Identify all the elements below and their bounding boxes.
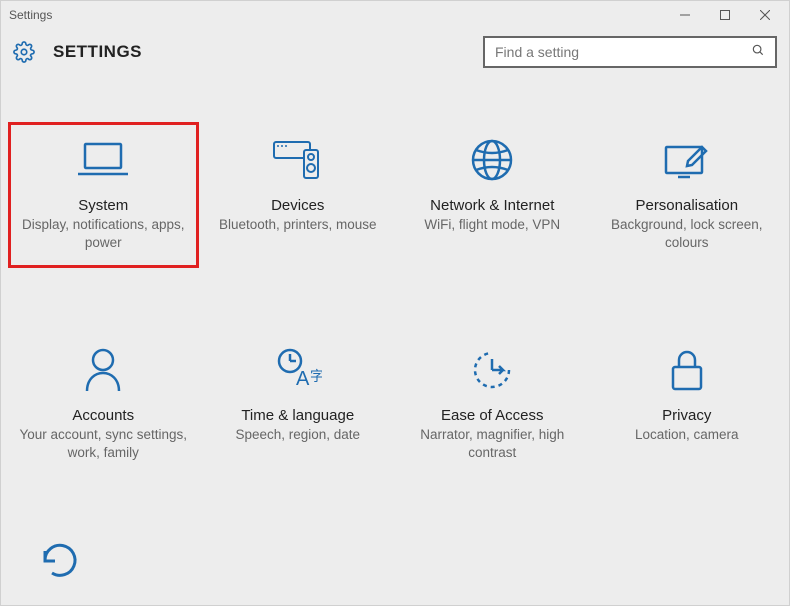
globe-icon: [470, 135, 514, 185]
lock-icon: [668, 345, 706, 395]
tile-update[interactable]: [1, 475, 789, 585]
tile-title: Devices: [271, 197, 324, 214]
tile-privacy[interactable]: Privacy Location, camera: [595, 335, 780, 475]
tile-desc: Background, lock screen, colours: [603, 216, 772, 251]
tile-devices[interactable]: Devices Bluetooth, printers, mouse: [206, 125, 391, 265]
time-language-icon: A 字: [274, 345, 322, 395]
tile-title: Time & language: [241, 407, 354, 424]
settings-tiles: System Display, notifications, apps, pow…: [1, 75, 789, 475]
search-box[interactable]: [483, 36, 777, 68]
person-icon: [83, 345, 123, 395]
svg-text:字: 字: [310, 368, 322, 384]
ease-of-access-icon: [469, 345, 515, 395]
tile-personalisation[interactable]: Personalisation Background, lock screen,…: [595, 125, 780, 265]
devices-icon: [272, 135, 324, 185]
search-icon: [751, 43, 765, 62]
tile-desc: WiFi, flight mode, VPN: [424, 216, 560, 234]
update-icon: [35, 535, 85, 585]
titlebar: Settings: [1, 1, 789, 29]
tile-desc: Location, camera: [635, 426, 739, 444]
tile-title: Privacy: [662, 407, 711, 424]
close-button[interactable]: [745, 2, 785, 28]
tile-desc: Your account, sync settings, work, famil…: [19, 426, 188, 461]
tile-title: Network & Internet: [430, 197, 554, 214]
search-input[interactable]: [495, 44, 751, 60]
tile-desc: Bluetooth, printers, mouse: [219, 216, 377, 234]
svg-text:A: A: [296, 368, 310, 390]
tile-system[interactable]: System Display, notifications, apps, pow…: [11, 125, 196, 265]
minimize-button[interactable]: [665, 2, 705, 28]
tile-title: Accounts: [72, 407, 134, 424]
tile-title: Ease of Access: [441, 407, 544, 424]
window-controls: [665, 2, 785, 28]
tile-desc: Display, notifications, apps, power: [19, 216, 188, 251]
gear-icon: [13, 41, 35, 63]
tile-accounts[interactable]: Accounts Your account, sync settings, wo…: [11, 335, 196, 475]
page-title: SETTINGS: [53, 42, 142, 62]
maximize-button[interactable]: [705, 2, 745, 28]
tile-time-language[interactable]: A 字 Time & language Speech, region, date: [206, 335, 391, 475]
tile-title: System: [78, 197, 128, 214]
personalisation-icon: [662, 135, 712, 185]
tile-desc: Narrator, magnifier, high contrast: [408, 426, 577, 461]
header: SETTINGS: [1, 29, 789, 75]
laptop-icon: [75, 135, 131, 185]
window-title: Settings: [9, 8, 52, 22]
tile-ease-of-access[interactable]: Ease of Access Narrator, magnifier, high…: [400, 335, 585, 475]
tile-network[interactable]: Network & Internet WiFi, flight mode, VP…: [400, 125, 585, 265]
tile-desc: Speech, region, date: [235, 426, 360, 444]
tile-title: Personalisation: [635, 197, 738, 214]
